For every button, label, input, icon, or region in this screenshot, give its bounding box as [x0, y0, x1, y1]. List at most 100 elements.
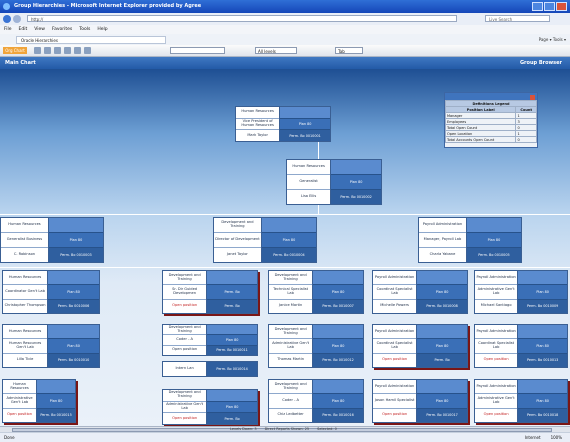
- org-node[interactable]: Payroll Administration Administrative Gen…: [474, 270, 568, 314]
- menu-bar: File Edit View Favorites Tools Help: [0, 25, 570, 34]
- menu-edit[interactable]: Edit: [19, 25, 28, 34]
- node-info: Perm. Bo 0010008: [417, 299, 467, 313]
- toolbar-icon[interactable]: [54, 47, 61, 54]
- node-info: Perm. Bo 0010018: [518, 408, 567, 422]
- node-info: [417, 271, 467, 286]
- maximize-button[interactable]: [544, 2, 555, 11]
- toolbar-select-1[interactable]: [170, 47, 225, 54]
- node-info: Perm. Bo 0010003: [48, 248, 103, 262]
- toolbar-icon[interactable]: [74, 47, 81, 54]
- zoom-level[interactable]: 100%: [551, 433, 562, 442]
- levels-select[interactable]: All levels: [255, 47, 297, 54]
- org-node[interactable]: Development and Training Administrative G…: [162, 389, 258, 425]
- org-chart-button[interactable]: Org Chart: [3, 47, 27, 54]
- org-node[interactable]: Human Resources Human Resources Gen't Lab…: [2, 324, 100, 368]
- node-info: Perm. Bo 0010010: [48, 353, 99, 367]
- node-org: Development and Training: [163, 325, 207, 336]
- page-tools-menu[interactable]: Page ▾ Tools ▾: [539, 36, 566, 44]
- org-node[interactable]: Human Resources Generalist Business C. Rob…: [0, 217, 104, 263]
- node-name: Open position: [382, 412, 408, 417]
- toolbar-icon[interactable]: [44, 47, 51, 54]
- node-role: Intern Lan: [175, 366, 194, 371]
- node-info: Plan 80: [48, 285, 99, 300]
- url-field[interactable]: http://: [27, 15, 457, 22]
- browser-tab[interactable]: Oracle Hierarchies: [16, 36, 166, 44]
- search-input[interactable]: Live Search: [485, 15, 550, 22]
- minimize-button[interactable]: [532, 2, 543, 11]
- window-titlebar: Group Hierarchies - Microsoft Internet E…: [0, 0, 570, 13]
- org-node[interactable]: Human Resources Coordinator Gen't Lab Chri…: [2, 270, 100, 314]
- node-name: Open position: [172, 303, 198, 308]
- node-role: Administrative Gen't Lab: [163, 402, 207, 414]
- node-info: Perm. Bo 0010011: [207, 345, 257, 355]
- node-info: Plan 80: [313, 285, 363, 300]
- node-name: C. Robinson: [13, 252, 36, 257]
- node-org: Human Resources: [287, 160, 331, 175]
- group-browser-link[interactable]: Group Browser: [520, 57, 562, 69]
- node-info: Perm. Bo 0010007: [313, 299, 363, 313]
- node-org: Development and Training: [163, 271, 207, 286]
- node-info: [207, 390, 257, 402]
- node-role: Coordinat Specialist Lab: [475, 339, 518, 354]
- node-name: Lilla Ticie: [16, 357, 34, 362]
- org-node[interactable]: Development and Training Technical Specia…: [268, 270, 364, 314]
- node-role: Coordinat Specialist Lab: [373, 285, 417, 300]
- org-node[interactable]: Human Resources Vice President of Human R…: [235, 106, 331, 142]
- org-node[interactable]: Payroll Administration Manager, Payroll L…: [418, 217, 522, 263]
- node-info: Plan 80: [48, 233, 103, 248]
- menu-tools[interactable]: Tools: [79, 25, 90, 34]
- node-org: Payroll Administration: [419, 218, 466, 233]
- org-node[interactable]: Development and Training Sr. Dir Guided D…: [162, 270, 258, 314]
- org-node[interactable]: Intern Lan Perm. Bo 0010014: [162, 361, 258, 377]
- tab-select[interactable]: Tab: [335, 47, 363, 54]
- node-info: Perm. Bo 0010016: [313, 408, 363, 422]
- org-node[interactable]: Human Resources Generalist Lisa Ellis Plan…: [286, 159, 382, 205]
- org-chart-canvas[interactable]: Human Resources Vice President of Human R…: [0, 69, 570, 426]
- node-role: Administrative Gen't Lab: [475, 285, 518, 300]
- node-info: Perm. Bo 0010005: [466, 248, 521, 262]
- node-name: Christopher Thompson: [4, 303, 46, 308]
- org-node[interactable]: Payroll Administration Administrative Gen…: [474, 379, 568, 423]
- node-info: [331, 160, 381, 175]
- node-name: Michael Santiago: [480, 303, 512, 308]
- org-node[interactable]: Development and Training Administrative G…: [268, 324, 364, 368]
- node-info: [518, 380, 567, 395]
- node-org: Development and Training: [214, 218, 261, 233]
- back-icon[interactable]: [3, 15, 11, 23]
- node-info: Plan 80: [417, 394, 467, 409]
- node-info: Perm. Bo: [207, 299, 257, 313]
- org-node[interactable]: Development and Training Coder - A Open po…: [162, 324, 258, 356]
- node-info: Plan 80: [313, 339, 363, 354]
- node-role: Coordinator Gen't Lab: [3, 285, 48, 300]
- node-info: Perm. Bo 0010012: [313, 353, 363, 367]
- org-node[interactable]: Human Resources Administrative Gen't Lab O…: [2, 379, 76, 423]
- legend-panel[interactable]: Definitions Legend Position Label Count M…: [444, 92, 538, 148]
- node-role: Jason Hamil Specialist: [373, 394, 417, 409]
- forward-icon[interactable]: [13, 15, 21, 23]
- node-info: [37, 380, 75, 395]
- node-role: Administrative Gen't Lab: [3, 394, 37, 409]
- menu-favorites[interactable]: Favorites: [52, 25, 72, 34]
- menu-view[interactable]: View: [34, 25, 45, 34]
- org-node[interactable]: Development and Training Coder - A Chiz Le…: [268, 379, 364, 423]
- toolbar-icon[interactable]: [34, 47, 41, 54]
- print-icon[interactable]: [84, 47, 91, 54]
- org-node[interactable]: Development and Training Director of Deve…: [213, 217, 317, 263]
- node-org: Payroll Administration: [475, 271, 518, 286]
- menu-file[interactable]: File: [4, 25, 12, 34]
- org-node[interactable]: Payroll Administration Coordinat Speciali…: [372, 270, 468, 314]
- node-info: Plan 80: [518, 339, 567, 354]
- node-name: Open position: [172, 415, 198, 420]
- node-info: [48, 271, 99, 286]
- close-button[interactable]: [556, 2, 567, 11]
- org-node[interactable]: Payroll Administration Jason Hamil Specia…: [372, 379, 468, 423]
- browser-window: Group Hierarchies - Microsoft Internet E…: [0, 0, 570, 442]
- node-info: Plan 80: [518, 285, 567, 300]
- toolbar-icon[interactable]: [64, 47, 71, 54]
- org-node[interactable]: Payroll Administration Coordinat Speciali…: [372, 324, 468, 368]
- menu-help[interactable]: Help: [97, 25, 107, 34]
- org-node[interactable]: Payroll Administration Coordinat Speciali…: [474, 324, 568, 368]
- close-icon[interactable]: [530, 94, 535, 100]
- node-info: Perm. Bo: [207, 413, 257, 425]
- node-info: Perm. Bo 0010015: [37, 408, 75, 422]
